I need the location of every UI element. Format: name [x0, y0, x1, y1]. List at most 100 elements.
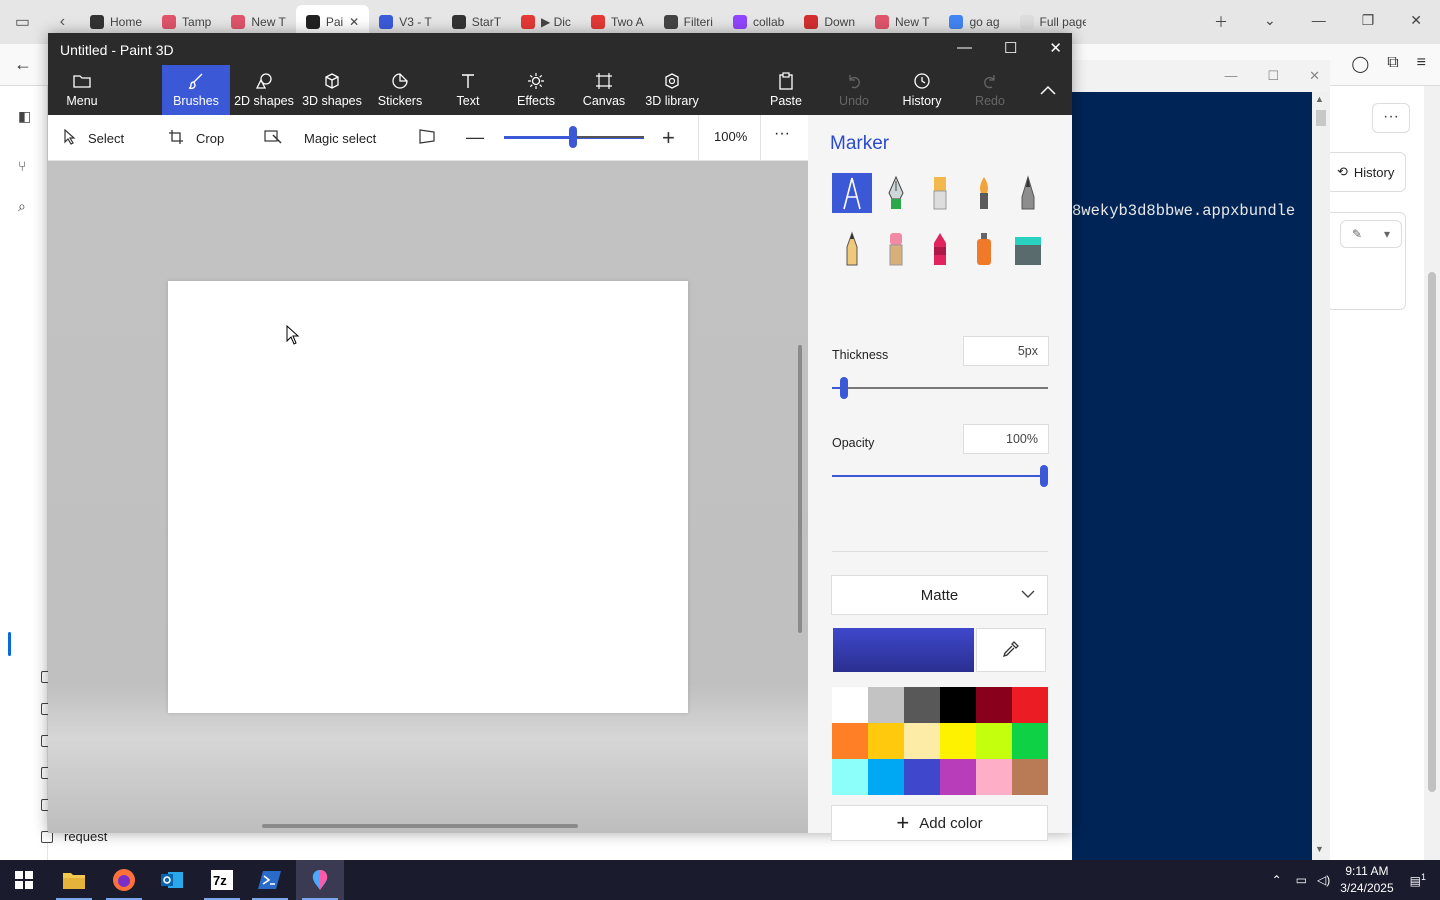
- palette-swatch[interactable]: [868, 723, 904, 759]
- palette-swatch[interactable]: [940, 687, 976, 723]
- tab-3d-shapes[interactable]: 3D shapes: [300, 65, 364, 115]
- page-scroll-thumb[interactable]: [1428, 272, 1436, 792]
- zoom-out-button[interactable]: —: [466, 127, 484, 148]
- tab-brushes[interactable]: Brushes: [162, 65, 230, 115]
- undo-button[interactable]: Undo: [822, 65, 886, 115]
- terminal-minimize-icon[interactable]: —: [1224, 68, 1237, 84]
- back-icon[interactable]: ←: [14, 54, 32, 75]
- tab-text[interactable]: Text: [436, 65, 500, 115]
- fill-brush[interactable]: [1008, 229, 1048, 269]
- taskbar-paint3d[interactable]: [296, 860, 344, 900]
- zoom-in-button[interactable]: +: [662, 125, 675, 151]
- browser-minimize-icon[interactable]: —: [1312, 12, 1326, 32]
- branch-icon[interactable]: ⑂: [18, 158, 38, 178]
- calligraphy-pen-brush[interactable]: [876, 173, 916, 213]
- taskbar-file-explorer[interactable]: [50, 860, 98, 900]
- workspace-vertical-scrollbar[interactable]: [798, 345, 802, 633]
- taskbar-7zip[interactable]: 7z: [198, 860, 246, 900]
- collapse-ribbon-button[interactable]: [1028, 65, 1068, 115]
- palette-swatch[interactable]: [832, 687, 868, 723]
- tab-2d-shapes[interactable]: 2D shapes: [232, 65, 296, 115]
- thickness-slider-thumb[interactable]: [840, 377, 848, 399]
- palette-swatch[interactable]: [976, 723, 1012, 759]
- minimize-icon[interactable]: —: [957, 39, 972, 57]
- terminal-titlebar[interactable]: — ☐ ✕: [1072, 60, 1330, 92]
- palette-swatch[interactable]: [904, 723, 940, 759]
- marker-brush[interactable]: [832, 173, 872, 213]
- terminal-close-icon[interactable]: ✕: [1309, 68, 1320, 84]
- maximize-icon[interactable]: ☐: [1004, 39, 1017, 57]
- volume-icon[interactable]: ◁): [1317, 873, 1330, 887]
- more-options-button[interactable]: ···: [1372, 103, 1410, 133]
- palette-swatch[interactable]: [1012, 759, 1048, 795]
- zoom-slider-thumb[interactable]: [569, 126, 577, 148]
- network-icon[interactable]: ▭: [1296, 873, 1307, 887]
- pixel-pen-brush[interactable]: [1008, 173, 1048, 213]
- magic-select-button[interactable]: Magic select: [264, 129, 376, 148]
- more-options-button[interactable]: ···: [774, 125, 790, 143]
- crop-button[interactable]: Crop: [168, 129, 224, 148]
- terminal-scroll-thumb[interactable]: [1316, 110, 1326, 126]
- watercolor-brush[interactable]: [964, 173, 1004, 213]
- eyedropper-button[interactable]: [976, 628, 1046, 672]
- palette-swatch[interactable]: [940, 759, 976, 795]
- browser-menu-icon[interactable]: ≡: [1417, 54, 1426, 74]
- menu-button[interactable]: Menu: [48, 65, 116, 115]
- notifications-icon[interactable]: ▤1: [1410, 872, 1426, 888]
- tab-list-dropdown-icon[interactable]: ⌄: [1264, 12, 1276, 32]
- browser-restore-icon[interactable]: ❐: [1362, 12, 1375, 32]
- palette-swatch[interactable]: [832, 759, 868, 795]
- thickness-input[interactable]: 5px: [963, 336, 1049, 366]
- select-button[interactable]: Select: [64, 128, 124, 148]
- drawing-canvas[interactable]: [168, 281, 688, 713]
- sidebar-toggle-icon[interactable]: ◧: [18, 108, 38, 128]
- palette-swatch[interactable]: [904, 759, 940, 795]
- tab-effects[interactable]: Effects: [504, 65, 568, 115]
- spray-can-brush[interactable]: [964, 229, 1004, 269]
- terminal-scrollbar[interactable]: ▲ ▼: [1312, 92, 1330, 860]
- taskbar-outlook[interactable]: [148, 860, 196, 900]
- palette-swatch[interactable]: [976, 759, 1012, 795]
- redo-button[interactable]: Redo: [958, 65, 1022, 115]
- account-icon[interactable]: ◯: [1351, 54, 1369, 74]
- terminal-maximize-icon[interactable]: ☐: [1267, 68, 1279, 84]
- paint3d-titlebar[interactable]: Untitled - Paint 3D — ☐ ✕: [48, 33, 1072, 65]
- tab-close-icon[interactable]: ✕: [349, 15, 359, 29]
- palette-swatch[interactable]: [904, 687, 940, 723]
- palette-swatch[interactable]: [1012, 687, 1048, 723]
- browser-close-icon[interactable]: ✕: [1410, 12, 1422, 32]
- tab-stickers[interactable]: Stickers: [368, 65, 432, 115]
- scroll-up-icon[interactable]: ▲: [1315, 94, 1324, 104]
- tab-actions-icon[interactable]: ▭: [15, 12, 30, 32]
- search-icon[interactable]: ⌕: [18, 198, 38, 218]
- zoom-level[interactable]: 100%: [714, 129, 747, 144]
- opacity-slider-thumb[interactable]: [1040, 465, 1048, 487]
- palette-swatch[interactable]: [976, 687, 1012, 723]
- palette-swatch[interactable]: [868, 687, 904, 723]
- page-scrollbar[interactable]: [1424, 86, 1440, 860]
- start-button[interactable]: [0, 860, 48, 900]
- scroll-down-icon[interactable]: ▼: [1315, 844, 1324, 854]
- edit-file-button[interactable]: ✎ ▾: [1340, 220, 1402, 248]
- opacity-slider[interactable]: [832, 475, 1048, 477]
- finish-dropdown[interactable]: Matte: [831, 575, 1048, 615]
- close-icon[interactable]: ✕: [1049, 39, 1062, 57]
- clock[interactable]: 9:11 AM 3/24/2025: [1340, 863, 1393, 897]
- crayon-brush[interactable]: [920, 229, 960, 269]
- thickness-slider[interactable]: [844, 387, 1048, 389]
- opacity-input[interactable]: 100%: [963, 424, 1049, 454]
- current-color-swatch[interactable]: [833, 628, 974, 672]
- oil-brush[interactable]: [920, 173, 960, 213]
- new-tab-icon[interactable]: ＋: [1214, 12, 1228, 32]
- palette-swatch[interactable]: [940, 723, 976, 759]
- add-color-button[interactable]: + Add color: [831, 805, 1048, 841]
- palette-swatch[interactable]: [1012, 723, 1048, 759]
- workspace[interactable]: [48, 161, 808, 833]
- terminal-body[interactable]: 8wekyb3d8bbwe.appxbundle: [1072, 92, 1312, 860]
- tab-canvas[interactable]: Canvas: [572, 65, 636, 115]
- history-button[interactable]: ⟲ History: [1326, 152, 1406, 192]
- pencil-brush[interactable]: [832, 229, 872, 269]
- extensions-icon[interactable]: ⧉: [1387, 54, 1398, 74]
- eraser-brush[interactable]: [876, 229, 916, 269]
- history-button[interactable]: History: [890, 65, 954, 115]
